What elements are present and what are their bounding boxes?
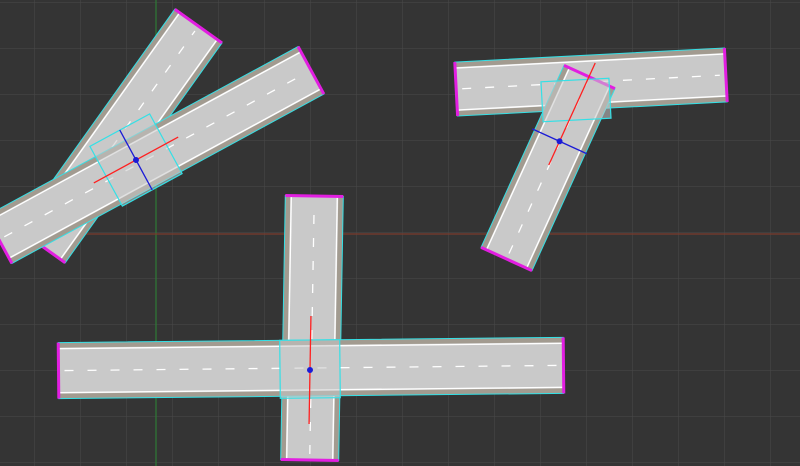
road-asphalt — [285, 195, 339, 461]
scene-canvas[interactable] — [0, 0, 800, 466]
road-segment[interactable] — [280, 194, 344, 462]
scene-viewport[interactable] — [0, 0, 800, 466]
road-end-handle — [280, 457, 339, 462]
road-end-handle — [561, 337, 566, 394]
junction-area — [540, 77, 612, 123]
road-end-handle — [285, 194, 344, 199]
road-end-handle — [56, 342, 61, 399]
intersection-selection[interactable] — [540, 77, 612, 123]
